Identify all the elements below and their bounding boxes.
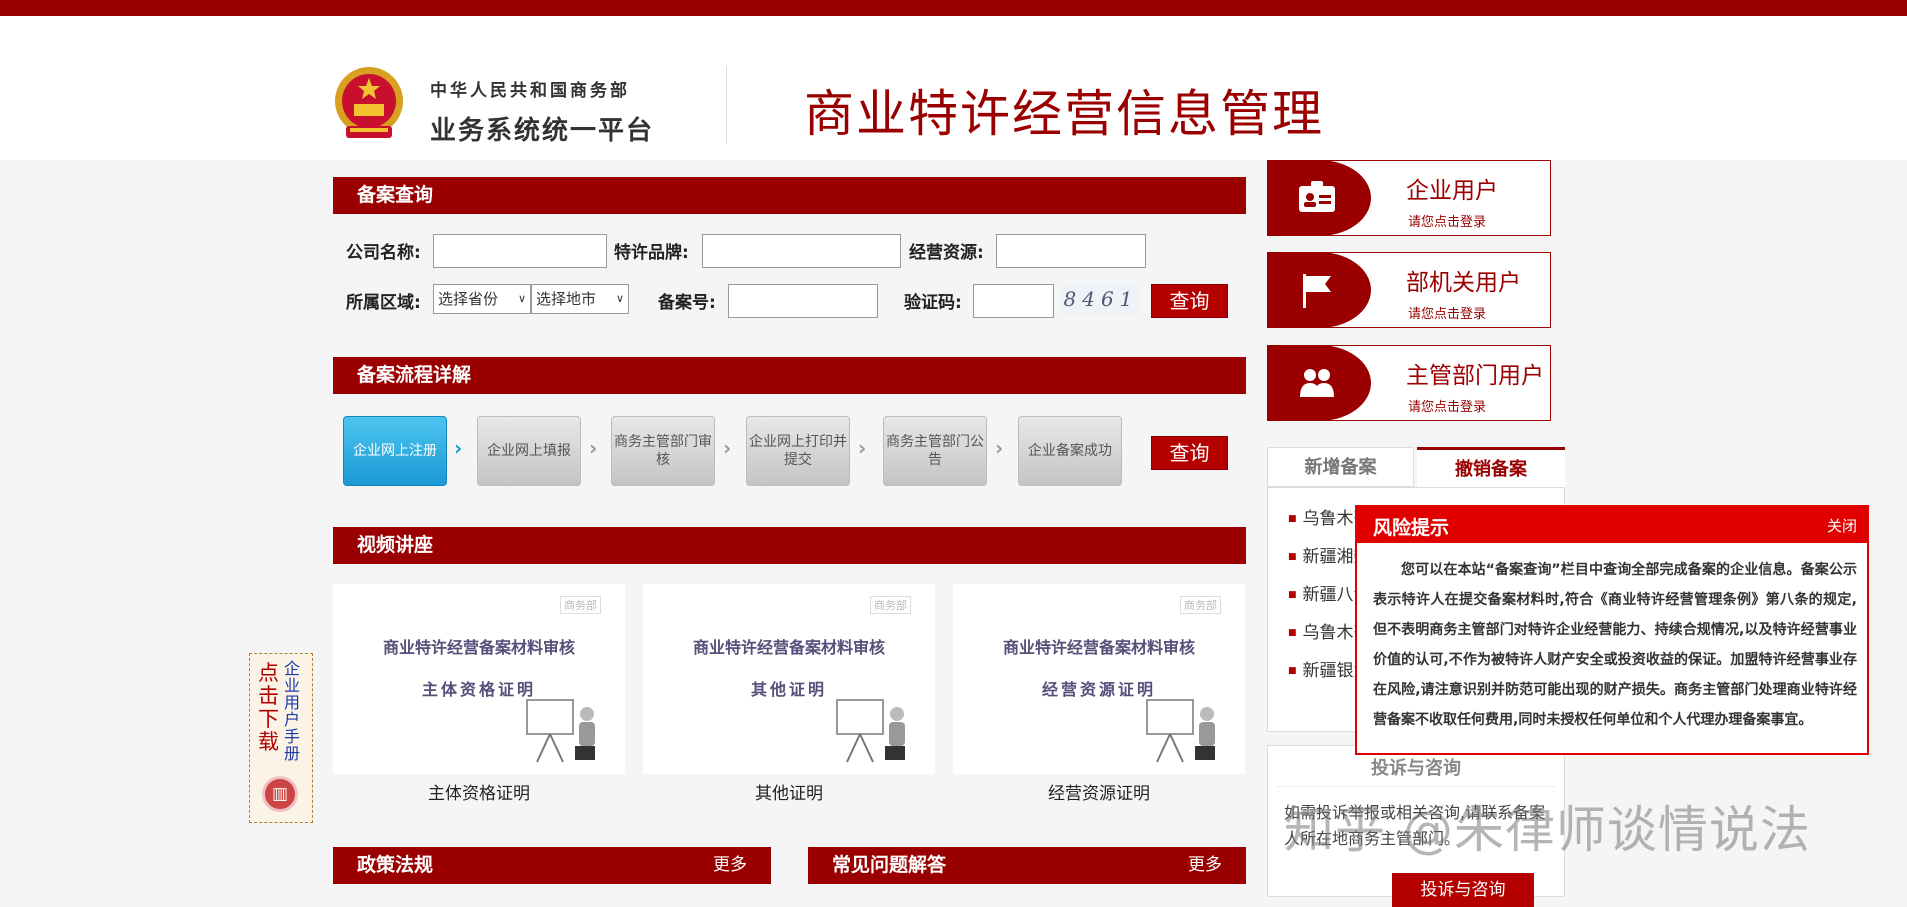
step-register[interactable]: 企业网上注册 — [343, 416, 447, 486]
video-caption[interactable]: 经营资源证明 — [953, 779, 1245, 804]
process-section-header: 备案流程详解 — [333, 357, 1246, 394]
step-review[interactable]: 商务主管部门审核 — [611, 416, 715, 486]
manual-title-text: 企业用户手册 — [284, 659, 301, 763]
mofcom-logo: 商务部 — [1180, 596, 1221, 614]
site-header: 中华人民共和国商务部 业务系统统一平台 商业特许经营信息管理 — [0, 16, 1907, 160]
province-select[interactable]: 选择省份 ∨ — [433, 284, 531, 314]
brand-input[interactable] — [702, 234, 901, 268]
policy-section-header: 政策法规 更多 — [333, 847, 771, 884]
watermark: 知乎 @朱律师谈情说法 — [1284, 801, 1811, 859]
step-print-submit[interactable]: 企业网上打印并提交 — [746, 416, 850, 486]
chevron-right-icon: › — [723, 436, 732, 460]
user-type-name: 主管部门用户 — [1406, 363, 1544, 389]
presenter-board-icon — [1146, 699, 1215, 763]
manual-download-text: 点击下载 — [258, 661, 279, 754]
step-announce[interactable]: 商务主管部门公告 — [883, 416, 987, 486]
faq-section-title: 常见问题解答 — [832, 854, 947, 876]
video-heading: 商业特许经营备案材料审核 — [1002, 638, 1195, 657]
captcha-image[interactable]: 8461 — [1062, 284, 1140, 314]
manual-download-button[interactable]: 点击下载 企业用户手册 ▥ — [249, 653, 313, 823]
company-name-input[interactable] — [433, 234, 607, 268]
risk-notice-popup: 风险提示 关闭 您可以在本站“备案查询”栏目中查询全部完成备案的企业信息。备案公… — [1355, 505, 1869, 755]
enterprise-user-login[interactable]: 企业用户 请您点击登录 — [1267, 160, 1551, 236]
video-caption[interactable]: 其他证明 — [643, 779, 935, 804]
record-tabs: 新增备案 撤销备案 — [1267, 447, 1565, 487]
record-no-label: 备案号: — [658, 293, 716, 313]
user-type-name: 企业用户 — [1406, 178, 1498, 204]
region-label: 所属区域: — [346, 293, 421, 313]
chevron-down-icon: ∨ — [517, 292, 526, 305]
query-search-button[interactable]: 查询 — [1151, 284, 1228, 318]
platform-name: 业务系统统一平台 — [430, 116, 655, 146]
national-emblem-icon — [335, 67, 403, 138]
ministry-name: 中华人民共和国商务部 — [430, 81, 630, 101]
province-select-value: 选择省份 — [438, 290, 499, 308]
popup-close-button[interactable]: 关闭 — [1827, 515, 1857, 536]
id-card-icon — [1299, 181, 1335, 212]
popup-header: 风险提示 关闭 — [1357, 507, 1867, 543]
brand-label: 特许品牌: — [614, 243, 689, 263]
faq-section-header: 常见问题解答 更多 — [808, 847, 1246, 884]
resource-input[interactable] — [996, 234, 1146, 268]
step-fill[interactable]: 企业网上填报 — [477, 416, 581, 486]
video-heading: 商业特许经营备案材料审核 — [382, 638, 575, 657]
record-no-input[interactable] — [728, 284, 878, 318]
complaint-title: 投诉与咨询 — [1371, 758, 1461, 779]
chevron-right-icon: › — [995, 436, 1004, 460]
chevron-down-icon: ∨ — [615, 292, 624, 305]
popup-title: 风险提示 — [1373, 517, 1450, 539]
faq-more-link[interactable]: 更多 — [1188, 847, 1222, 884]
user-icon-badge — [1268, 161, 1371, 235]
chevron-right-icon: › — [454, 436, 463, 460]
city-select[interactable]: 选择地市 ∨ — [531, 284, 629, 314]
video-heading: 商业特许经营备案材料审核 — [692, 638, 885, 657]
tab-new-records[interactable]: 新增备案 — [1267, 447, 1414, 487]
video-section-title: 视频讲座 — [357, 534, 434, 556]
login-hint: 请您点击登录 — [1408, 215, 1487, 230]
query-section-header: 备案查询 — [333, 177, 1246, 214]
book-icon: ▥ — [262, 776, 298, 812]
step-success[interactable]: 企业备案成功 — [1018, 416, 1122, 486]
chevron-right-icon: › — [589, 436, 598, 460]
users-icon — [1300, 369, 1334, 397]
mofcom-logo: 商务部 — [870, 596, 911, 614]
process-steps: 企业网上注册 › 企业网上填报 › 商务主管部门审核 › 企业网上打印并提交 ›… — [336, 410, 1136, 490]
login-hint: 请您点击登录 — [1408, 307, 1487, 322]
chevron-right-icon: › — [858, 436, 867, 460]
page-title: 商业特许经营信息管理 — [804, 85, 1324, 143]
presenter-board-icon — [836, 699, 905, 763]
mofcom-logo: 商务部 — [560, 596, 601, 614]
popup-body: 您可以在本站“备案查询”栏目中查询全部完成备案的企业信息。备案公示表示特许人在提… — [1373, 562, 1857, 728]
user-icon-badge — [1268, 346, 1371, 420]
video-caption[interactable]: 主体资格证明 — [333, 779, 625, 804]
user-type-name: 部机关用户 — [1406, 270, 1521, 296]
resource-label: 经营资源: — [909, 243, 984, 263]
video-card[interactable]: 商务部 商业特许经营备案材料审核 主体资格证明 — [333, 584, 625, 774]
top-accent-bar — [0, 0, 1907, 16]
header-divider — [726, 66, 727, 144]
policy-section-title: 政策法规 — [357, 854, 434, 876]
login-hint: 请您点击登录 — [1408, 400, 1487, 415]
policy-more-link[interactable]: 更多 — [713, 847, 747, 884]
presenter-board-icon — [526, 699, 595, 763]
complaint-button[interactable]: 投诉与咨询 — [1392, 873, 1534, 907]
video-card[interactable]: 商务部 商业特许经营备案材料审核 经营资源证明 — [953, 584, 1245, 774]
flag-icon — [1303, 274, 1331, 308]
ministry-user-login[interactable]: 部机关用户 请您点击登录 — [1267, 252, 1551, 328]
process-search-button[interactable]: 查询 — [1151, 436, 1228, 470]
video-section-header: 视频讲座 — [333, 527, 1246, 564]
process-section-title: 备案流程详解 — [357, 364, 472, 386]
user-icon-badge — [1268, 253, 1371, 327]
company-label: 公司名称: — [346, 243, 421, 263]
dept-user-login[interactable]: 主管部门用户 请您点击登录 — [1267, 345, 1551, 421]
query-section-title: 备案查询 — [357, 184, 434, 206]
captcha-label: 验证码: — [904, 293, 962, 313]
tab-revoked-records[interactable]: 撤销备案 — [1417, 447, 1565, 487]
video-card[interactable]: 商务部 商业特许经营备案材料审核 其他证明 — [643, 584, 935, 774]
divider — [1276, 786, 1556, 787]
city-select-value: 选择地市 — [536, 290, 597, 308]
captcha-input[interactable] — [973, 284, 1054, 318]
